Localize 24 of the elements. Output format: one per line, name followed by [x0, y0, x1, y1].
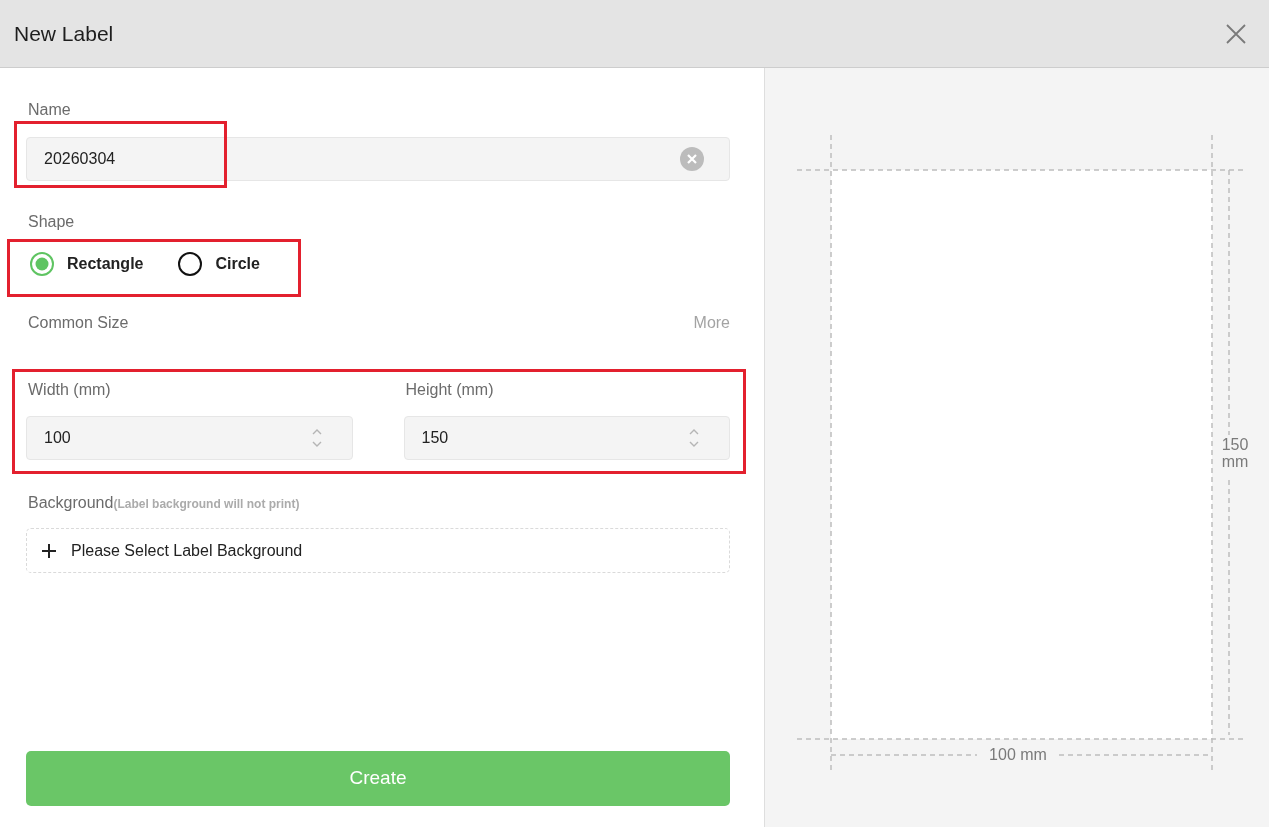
- select-background-button[interactable]: Please Select Label Background: [26, 528, 730, 573]
- radio-label[interactable]: Rectangle: [67, 252, 144, 276]
- field-label: Shape: [27, 212, 76, 232]
- radio-label[interactable]: Circle: [215, 252, 260, 276]
- dialog-title: New Label: [14, 20, 114, 47]
- section-label: Common Size: [28, 313, 129, 333]
- clear-icon[interactable]: [680, 147, 704, 171]
- field-label: Height (mm): [404, 380, 495, 400]
- input-value: 20260304: [44, 149, 116, 169]
- field-label: Background: [28, 493, 114, 513]
- field-hint: (Label background will not print): [113, 497, 300, 513]
- input-value: 100: [44, 428, 71, 448]
- field-label: Width (mm): [27, 380, 112, 400]
- radio-selected-icon[interactable]: [30, 252, 54, 276]
- dimension-label: 150 mm: [1220, 436, 1250, 470]
- radio-icon[interactable]: [178, 252, 203, 276]
- number-input[interactable]: 150: [403, 416, 730, 460]
- field-label: Name: [27, 100, 72, 120]
- number-input[interactable]: 100: [26, 416, 353, 460]
- name-input[interactable]: 20260304: [26, 137, 730, 181]
- input-value: 150: [421, 428, 449, 448]
- plus-icon: [41, 542, 57, 559]
- close-icon: [1225, 22, 1247, 45]
- dimension-label: 100 mm: [988, 745, 1048, 765]
